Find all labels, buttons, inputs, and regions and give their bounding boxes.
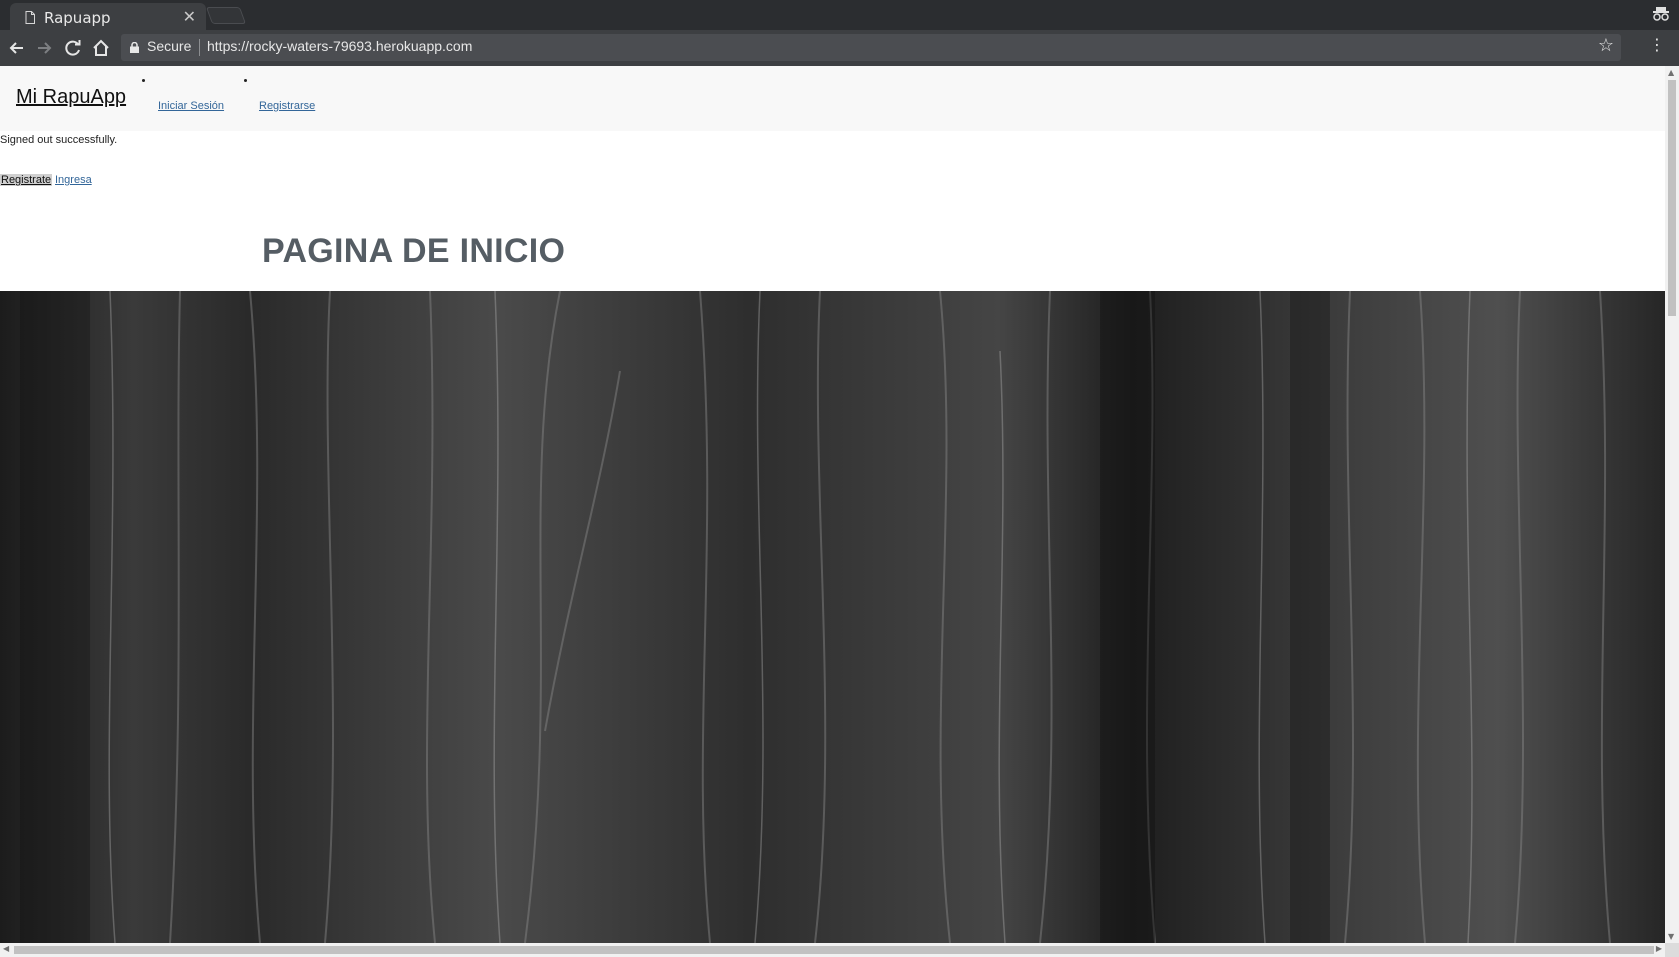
page-title: PAGINA DE INICIO <box>262 232 566 270</box>
horizontal-scrollbar[interactable]: ◀ ▶ <box>0 943 1665 957</box>
url-text[interactable]: https://rocky-waters-79693.herokuapp.com <box>207 38 472 54</box>
site-navbar: Mi RapuApp Iniciar Sesión Registrarse <box>0 66 1665 131</box>
secure-label: Secure <box>147 38 192 54</box>
browser-toolbar: Secure https://rocky-waters-79693.heroku… <box>0 30 1679 66</box>
nav-link-iniciar-sesion[interactable]: Iniciar Sesión <box>158 100 224 112</box>
tab-strip: Rapuapp ✕ <box>0 0 1679 31</box>
scroll-right-arrow-icon[interactable]: ▶ <box>1656 944 1662 953</box>
home-icon[interactable] <box>90 37 112 59</box>
incognito-icon <box>1653 7 1669 21</box>
address-bar[interactable]: Secure https://rocky-waters-79693.heroku… <box>121 34 1621 61</box>
flash-notice: Signed out successfully. <box>0 134 118 146</box>
vertical-scroll-thumb[interactable] <box>1668 80 1676 316</box>
reload-icon[interactable] <box>62 37 84 59</box>
hero-image <box>0 291 1665 943</box>
brand-link[interactable]: Mi RapuApp <box>16 86 126 109</box>
ingresa-link[interactable]: Ingresa <box>55 174 92 186</box>
registrate-button[interactable]: Registrate <box>0 174 53 186</box>
new-tab-button[interactable] <box>205 7 247 24</box>
tab-title: Rapuapp <box>44 9 111 27</box>
nav-bullet <box>142 79 145 82</box>
page-viewport: Mi RapuApp Iniciar Sesión Registrarse Si… <box>0 66 1665 943</box>
vertical-scrollbar[interactable]: ▲ ▼ <box>1665 66 1679 943</box>
back-arrow-icon[interactable] <box>6 37 28 59</box>
scrollbar-corner <box>1665 943 1679 957</box>
scroll-left-arrow-icon[interactable]: ◀ <box>3 944 9 953</box>
scroll-down-arrow-icon[interactable]: ▼ <box>1668 932 1674 941</box>
page-icon <box>25 11 35 24</box>
horizontal-scroll-thumb[interactable] <box>14 946 1654 954</box>
close-icon[interactable]: ✕ <box>183 7 196 26</box>
star-icon[interactable]: ☆ <box>1598 35 1614 56</box>
nav-bullet <box>244 79 247 82</box>
omnibox-divider <box>199 39 200 56</box>
more-vert-icon[interactable]: ⋮ <box>1649 37 1665 53</box>
scroll-up-arrow-icon[interactable]: ▲ <box>1668 68 1674 77</box>
forward-arrow-icon[interactable] <box>33 37 55 59</box>
lock-icon <box>130 42 139 53</box>
browser-tab[interactable]: Rapuapp ✕ <box>10 3 206 31</box>
nav-link-registrarse[interactable]: Registrarse <box>259 100 315 112</box>
